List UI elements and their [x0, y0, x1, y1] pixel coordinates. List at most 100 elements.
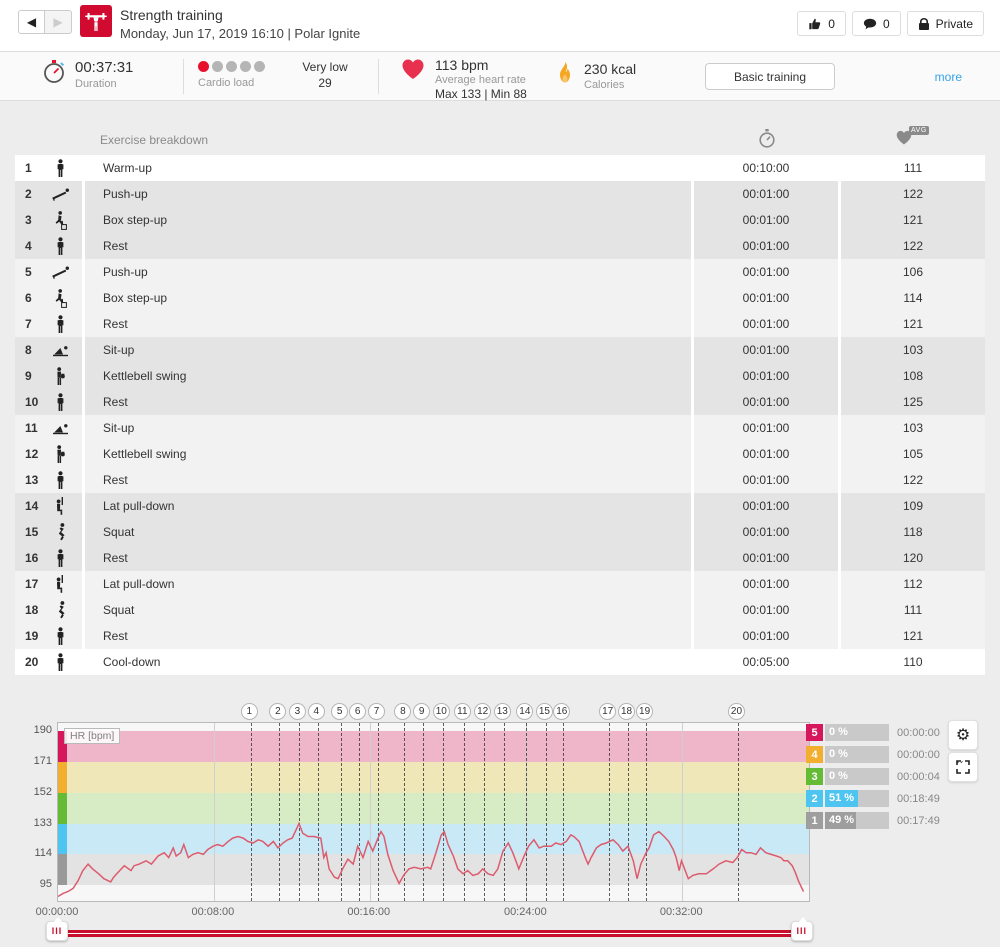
phase-marker[interactable]: 8 [394, 703, 411, 720]
page-title: Strength training [120, 7, 360, 23]
exercise-name: Kettlebell swing [85, 363, 691, 389]
squat-icon [49, 601, 71, 620]
phase-marker[interactable]: 19 [636, 703, 653, 720]
standing-person-icon [49, 627, 71, 646]
chart-settings-button[interactable]: ⚙ [948, 720, 978, 750]
phase-number: 19 [25, 629, 49, 643]
more-link[interactable]: more [935, 70, 962, 84]
push-up-icon [49, 265, 71, 279]
exercise-name: Sit-up [85, 415, 691, 441]
table-row[interactable]: 19 Rest 00:01:00 121 [15, 623, 985, 649]
phase-duration: 00:01:00 [694, 233, 838, 259]
table-row[interactable]: 5 Push-up 00:01:00 106 [15, 259, 985, 285]
phase-marker[interactable]: 17 [599, 703, 616, 720]
y-axis-label: 152 [16, 786, 52, 798]
phase-marker[interactable]: 14 [516, 703, 533, 720]
phase-marker[interactable]: 4 [308, 703, 325, 720]
table-row[interactable]: 4 Rest 00:01:00 122 [15, 233, 985, 259]
zone-bar: 0 % [825, 768, 889, 785]
phase-marker[interactable]: 20 [728, 703, 745, 720]
training-benefit-button[interactable]: Basic training [705, 63, 835, 90]
phase-duration: 00:05:00 [694, 649, 838, 675]
exercise-name: Box step-up [85, 285, 691, 311]
phase-avg-hr: 111 [841, 155, 985, 181]
phase-marker[interactable]: 5 [331, 703, 348, 720]
y-axis-label: 171 [16, 755, 52, 767]
table-row[interactable]: 14 Lat pull-down 00:01:00 109 [15, 493, 985, 519]
exercise-breakdown-table: Exercise breakdown AVG 1 Warm-up 00:10:0… [15, 125, 985, 675]
phase-marker[interactable]: 16 [553, 703, 570, 720]
phase-marker[interactable]: 6 [349, 703, 366, 720]
phase-number: 12 [25, 447, 49, 461]
timeline-right-handle[interactable]: III [791, 921, 813, 941]
squat-icon [49, 523, 71, 542]
phase-marker[interactable]: 9 [413, 703, 430, 720]
zone-bar: 0 % [825, 724, 889, 741]
box-step-up-icon [49, 211, 71, 230]
hr-max-min: Max 133 | Min 88 [435, 87, 527, 101]
table-row[interactable]: 2 Push-up 00:01:00 122 [15, 181, 985, 207]
table-row[interactable]: 6 Box step-up 00:01:00 114 [15, 285, 985, 311]
table-row[interactable]: 1 Warm-up 00:10:00 111 [15, 155, 985, 181]
zone-summary-row: 2 51 % 00:18:49 [806, 790, 955, 807]
gear-icon: ⚙ [956, 725, 970, 745]
strength-training-icon [80, 5, 112, 37]
phase-number: 13 [25, 473, 49, 487]
table-row[interactable]: 20 Cool-down 00:05:00 110 [15, 649, 985, 675]
summary-stats-bar: 00:37:31 Duration Cardio load Very low 2… [0, 52, 1000, 101]
table-row[interactable]: 12 Kettlebell swing 00:01:00 105 [15, 441, 985, 467]
phase-marker[interactable]: 15 [536, 703, 553, 720]
table-row[interactable]: 18 Squat 00:01:00 111 [15, 597, 985, 623]
table-row[interactable]: 7 Rest 00:01:00 121 [15, 311, 985, 337]
phase-avg-hr: 121 [841, 623, 985, 649]
phase-number: 17 [25, 577, 49, 591]
table-row[interactable]: 3 Box step-up 00:01:00 121 [15, 207, 985, 233]
phase-avg-hr: 122 [841, 233, 985, 259]
hr-plot[interactable]: HR [bpm] [57, 722, 810, 902]
expand-icon [956, 760, 970, 774]
phase-marker[interactable]: 7 [368, 703, 385, 720]
cardio-load-rating: Very low [295, 59, 355, 75]
timeline-selection-bar[interactable] [57, 930, 802, 937]
table-row[interactable]: 11 Sit-up 00:01:00 103 [15, 415, 985, 441]
phase-marker[interactable]: 3 [289, 703, 306, 720]
table-row[interactable]: 10 Rest 00:01:00 125 [15, 389, 985, 415]
cardio-load-label: Cardio load [198, 77, 265, 89]
table-row[interactable]: 15 Squat 00:01:00 118 [15, 519, 985, 545]
phase-avg-hr: 121 [841, 311, 985, 337]
table-row[interactable]: 8 Sit-up 00:01:00 103 [15, 337, 985, 363]
zone-time: 00:00:04 [897, 771, 955, 783]
phase-duration: 00:01:00 [694, 285, 838, 311]
phase-marker[interactable]: 11 [454, 703, 471, 720]
session-nav: ◀ ▶ [18, 10, 72, 34]
privacy-button[interactable]: Private [907, 11, 984, 36]
y-axis-label: 133 [16, 817, 52, 829]
phase-marker[interactable]: 12 [474, 703, 491, 720]
next-session-button[interactable]: ▶ [45, 10, 72, 34]
table-row[interactable]: 13 Rest 00:01:00 122 [15, 467, 985, 493]
phase-duration: 00:01:00 [694, 623, 838, 649]
table-row[interactable]: 16 Rest 00:01:00 120 [15, 545, 985, 571]
lat-pull-down-icon [49, 575, 71, 594]
like-button[interactable]: 0 [797, 11, 846, 36]
table-row[interactable]: 17 Lat pull-down 00:01:00 112 [15, 571, 985, 597]
calories-label: Calories [584, 79, 636, 91]
table-row[interactable]: 9 Kettlebell swing 00:01:00 108 [15, 363, 985, 389]
phase-marker[interactable]: 2 [269, 703, 286, 720]
comment-button[interactable]: 0 [852, 11, 901, 36]
phase-number: 3 [25, 213, 49, 227]
phase-marker[interactable]: 18 [618, 703, 635, 720]
exercise-name: Warm-up [85, 155, 691, 181]
phase-avg-hr: 125 [841, 389, 985, 415]
zone-summary-row: 1 49 % 00:17:49 [806, 812, 955, 829]
zone-summary-row: 5 0 % 00:00:00 [806, 724, 955, 741]
phase-marker[interactable]: 13 [494, 703, 511, 720]
fullscreen-button[interactable] [948, 752, 978, 782]
exercise-name: Rest [85, 623, 691, 649]
phase-marker[interactable]: 1 [241, 703, 258, 720]
previous-session-button[interactable]: ◀ [18, 10, 45, 34]
phase-marker[interactable]: 10 [433, 703, 450, 720]
phase-number: 5 [25, 265, 49, 279]
timeline-left-handle[interactable]: III [46, 921, 68, 941]
phase-avg-hr: 118 [841, 519, 985, 545]
